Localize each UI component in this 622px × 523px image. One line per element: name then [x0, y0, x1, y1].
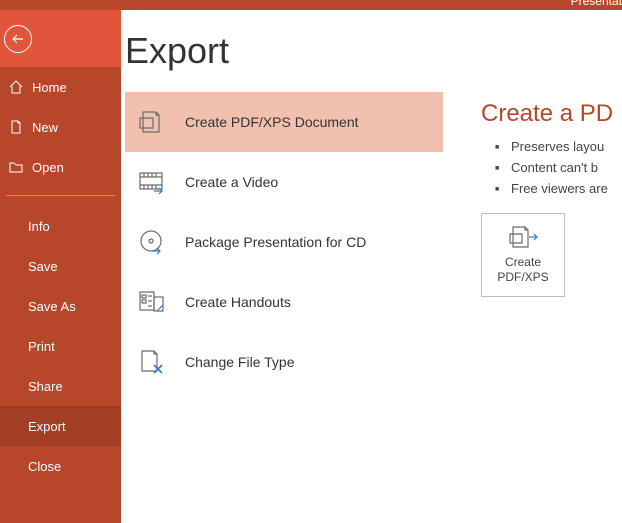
option-label: Create Handouts [185, 294, 291, 310]
sidebar-label: New [32, 120, 58, 135]
handouts-icon [135, 286, 167, 318]
export-detail-column: Create a PD Preserves layou Content can'… [481, 30, 622, 523]
sidebar-item-home[interactable]: Home [0, 67, 121, 107]
new-icon [8, 119, 24, 135]
option-label: Create PDF/XPS Document [185, 114, 359, 130]
video-icon [135, 166, 167, 198]
content: Export Create PDF/XPS Document Create a … [121, 10, 622, 523]
option-change-file-type[interactable]: Change File Type [125, 332, 443, 392]
sidebar: Home New Open Info Save Save As Print Sh… [0, 10, 121, 523]
option-create-pdf-xps[interactable]: Create PDF/XPS Document [125, 92, 443, 152]
bullet-item: Content can't b [495, 157, 622, 178]
sidebar-label: Home [32, 80, 67, 95]
sidebar-item-save-as[interactable]: Save As [0, 286, 121, 326]
sidebar-label: Share [28, 379, 63, 394]
option-label: Create a Video [185, 174, 278, 190]
sidebar-item-export[interactable]: Export [0, 406, 121, 446]
titlebar: Presentat [0, 0, 622, 10]
main: Home New Open Info Save Save As Print Sh… [0, 10, 622, 523]
cd-icon [135, 226, 167, 258]
export-options-column: Export Create PDF/XPS Document Create a … [121, 30, 481, 523]
detail-bullets: Preserves layou Content can't b Free vie… [481, 136, 622, 199]
page-title: Export [125, 30, 481, 72]
sidebar-item-share[interactable]: Share [0, 366, 121, 406]
sidebar-label: Save [28, 259, 58, 274]
open-icon [8, 159, 24, 175]
option-create-video[interactable]: Create a Video [125, 152, 443, 212]
sidebar-top [0, 10, 121, 67]
sidebar-label: Open [32, 160, 64, 175]
sidebar-label: Export [28, 419, 66, 434]
change-file-type-icon [135, 346, 167, 378]
sidebar-item-info[interactable]: Info [0, 206, 121, 246]
presentation-title: Presentat [571, 0, 622, 8]
sidebar-item-save[interactable]: Save [0, 246, 121, 286]
sidebar-item-open[interactable]: Open [0, 147, 121, 187]
sidebar-item-close[interactable]: Close [0, 446, 121, 486]
sidebar-item-new[interactable]: New [0, 107, 121, 147]
sidebar-label: Print [28, 339, 55, 354]
detail-title: Create a PD [481, 100, 622, 128]
sidebar-label: Info [28, 219, 50, 234]
option-package-cd[interactable]: Package Presentation for CD [125, 212, 443, 272]
sidebar-item-print[interactable]: Print [0, 326, 121, 366]
create-pdf-xps-button[interactable]: CreatePDF/XPS [481, 213, 565, 297]
pdf-export-icon [507, 225, 539, 249]
option-create-handouts[interactable]: Create Handouts [125, 272, 443, 332]
pdf-document-icon [135, 106, 167, 138]
back-arrow-icon [11, 32, 25, 46]
sidebar-divider [6, 195, 115, 196]
sidebar-label: Save As [28, 299, 76, 314]
back-button[interactable] [4, 25, 32, 53]
option-label: Change File Type [185, 354, 294, 370]
home-icon [8, 79, 24, 95]
bullet-item: Preserves layou [495, 136, 622, 157]
option-label: Package Presentation for CD [185, 234, 366, 250]
create-btn-label: CreatePDF/XPS [497, 255, 548, 285]
sidebar-label: Close [28, 459, 61, 474]
bullet-item: Free viewers are [495, 178, 622, 199]
